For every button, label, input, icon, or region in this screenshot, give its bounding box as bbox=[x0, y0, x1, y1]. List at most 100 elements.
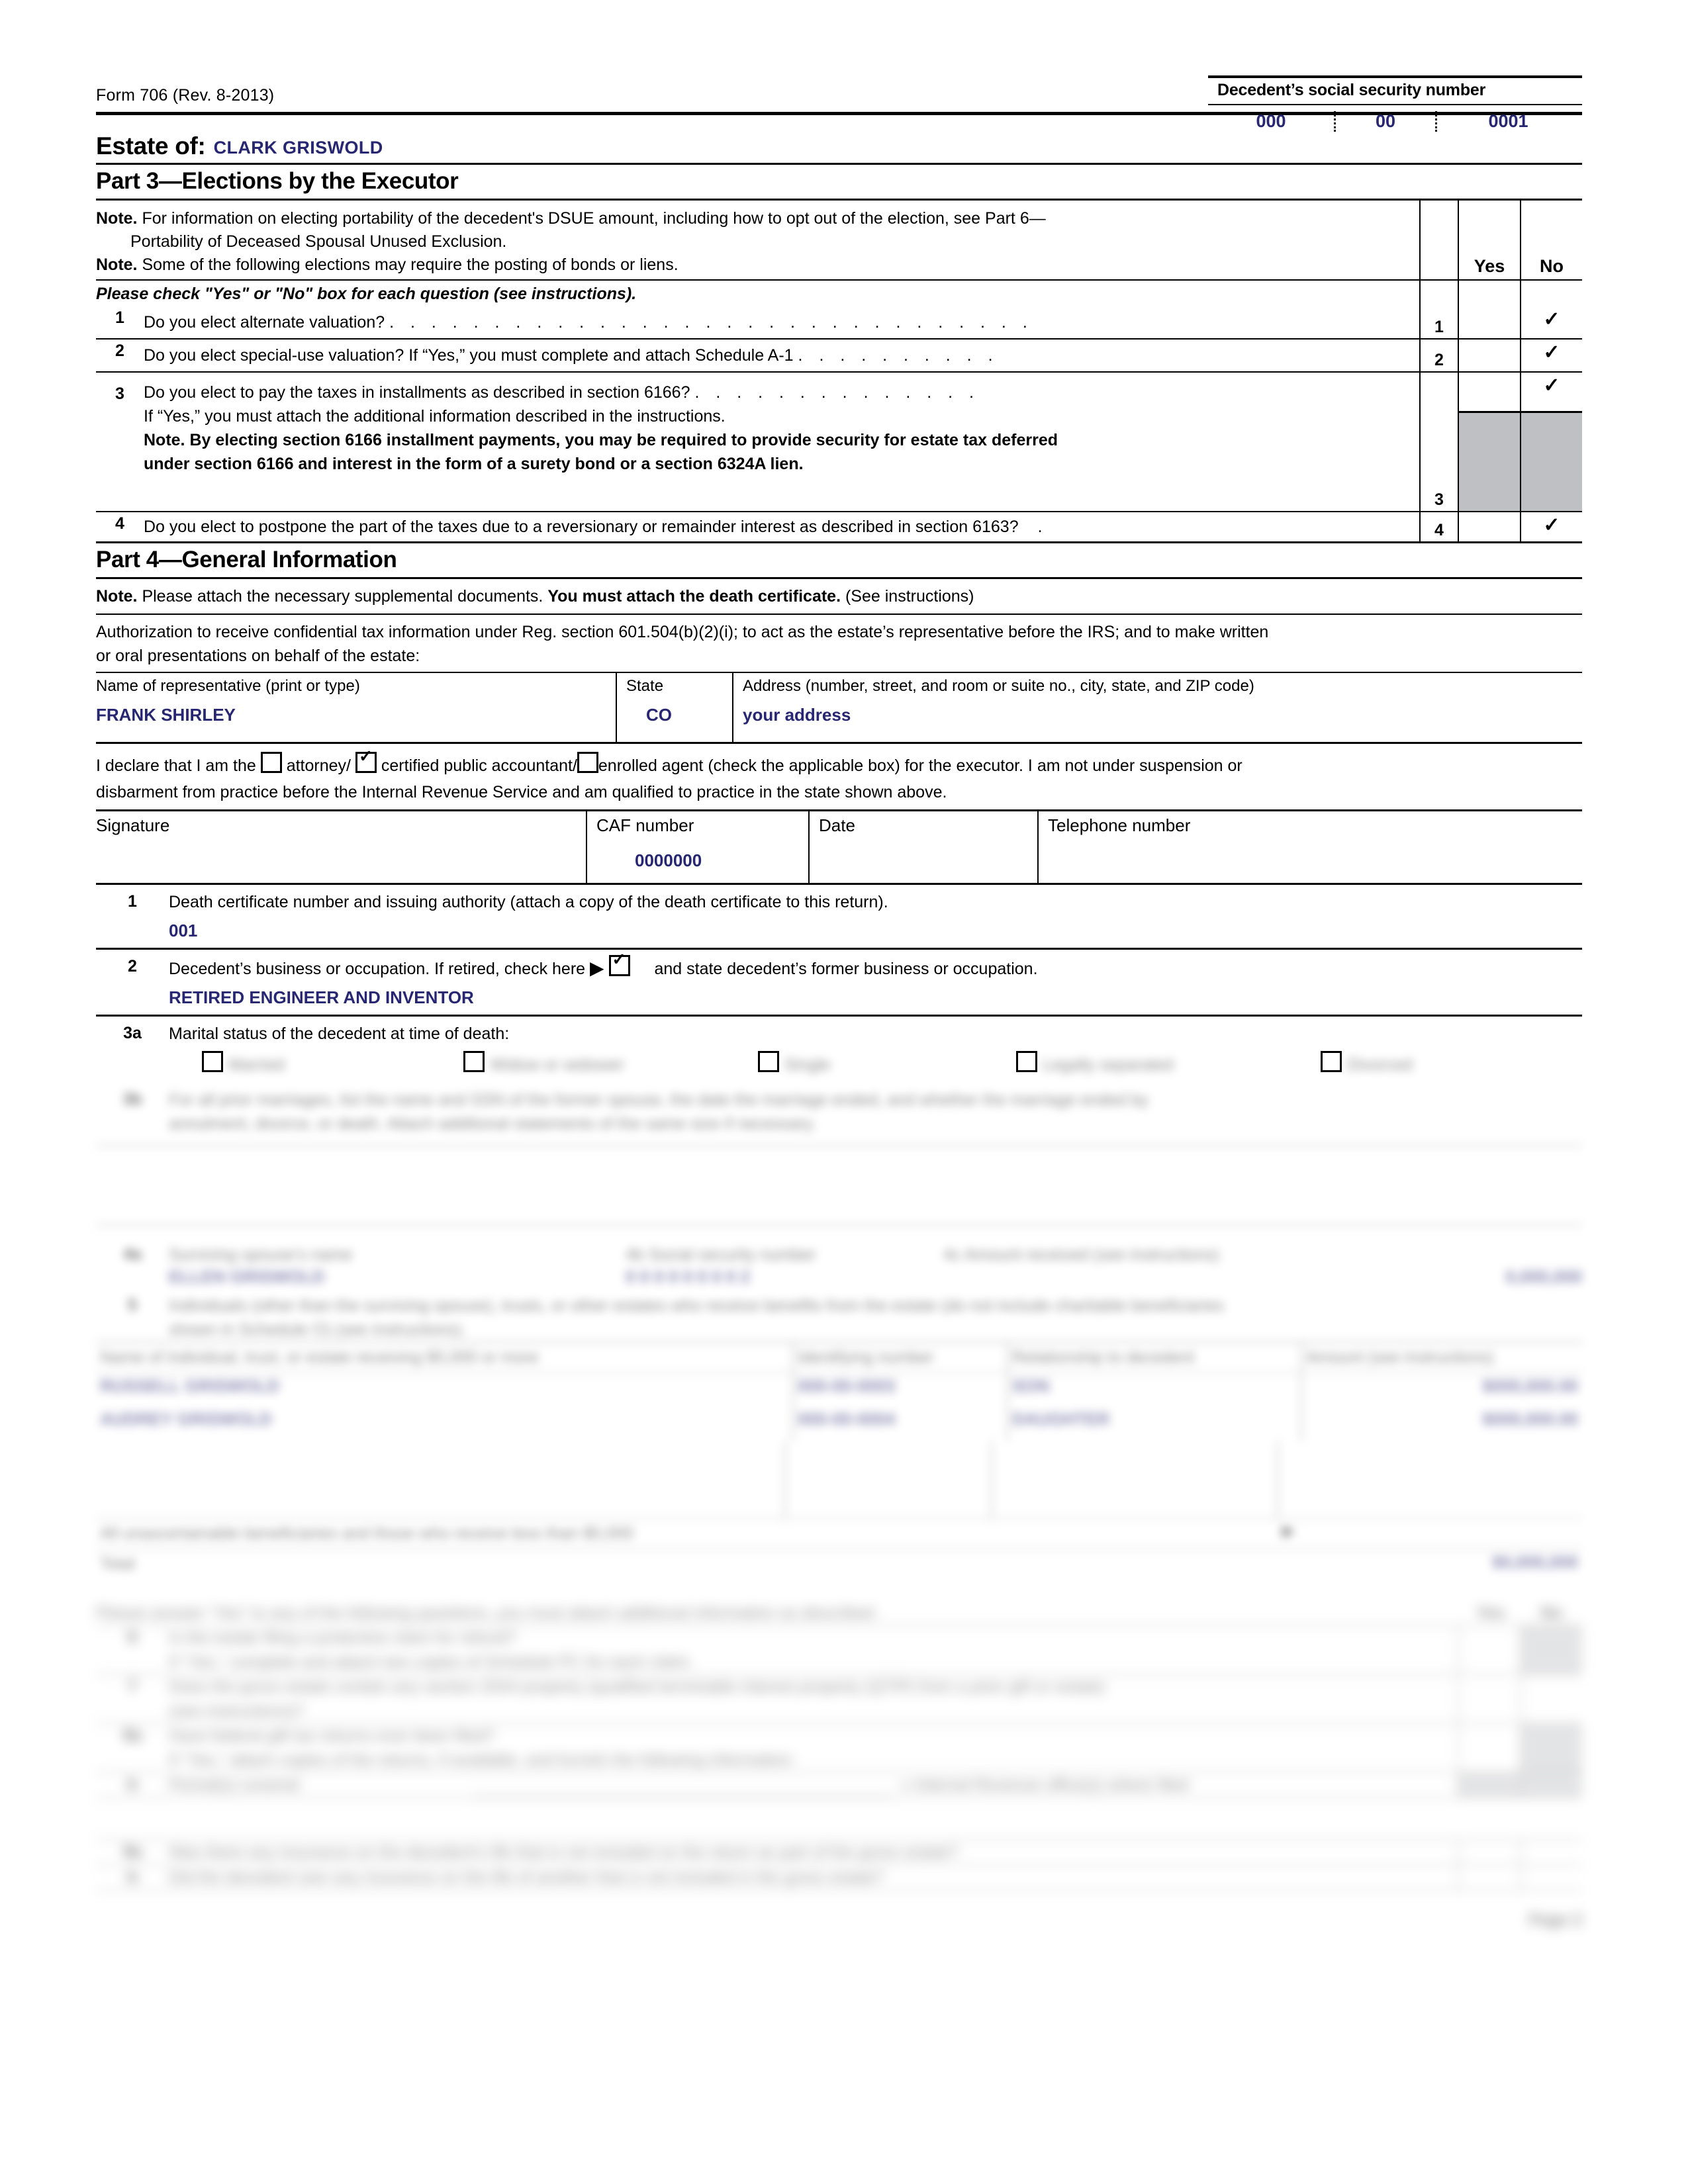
allother-label: All unascertainable beneficiaries and th… bbox=[100, 1524, 634, 1543]
q1-no-cell[interactable]: ✓ bbox=[1520, 306, 1582, 338]
q2-no-cell[interactable]: ✓ bbox=[1520, 340, 1582, 371]
final-7-no[interactable] bbox=[1520, 1675, 1582, 1723]
ssn-serial-field[interactable]: 0001 bbox=[1435, 111, 1579, 132]
marital-married-checkbox[interactable] bbox=[202, 1051, 223, 1072]
benef-r0-name[interactable]: RUSSELL GRISWOLD bbox=[96, 1373, 792, 1406]
allother-amount[interactable] bbox=[1322, 1519, 1582, 1548]
declare-pre: I declare that I am the bbox=[96, 756, 256, 775]
final-7-yes[interactable] bbox=[1458, 1675, 1520, 1723]
q2-yes-cell[interactable] bbox=[1458, 340, 1520, 371]
item4-number: 4a bbox=[123, 1245, 142, 1263]
q2-text: Do you elect special-use valuation? If “… bbox=[144, 346, 794, 365]
marital-option-3: Legally separated bbox=[1043, 1056, 1174, 1074]
benef-r1-rel[interactable]: DAUGHTER bbox=[1007, 1406, 1301, 1441]
q4-no-mark: ✓ bbox=[1543, 514, 1560, 536]
benef-r2-id[interactable] bbox=[784, 1441, 991, 1479]
benef-r2-name[interactable] bbox=[96, 1441, 784, 1479]
benef-r3-rel[interactable] bbox=[991, 1479, 1277, 1518]
table-row[interactable]: AUDREY GRISWOLD 000-00-0004 DAUGHTER $00… bbox=[96, 1406, 1582, 1441]
q4-no-cell[interactable]: ✓ bbox=[1520, 512, 1582, 541]
final-9a-text: Was there any insurance on the decedent’… bbox=[169, 1843, 959, 1862]
benef-r0-id[interactable]: 000-00-0003 bbox=[792, 1373, 1007, 1406]
rep-address-value[interactable]: your address bbox=[743, 696, 1582, 725]
part4-item-1: 1 Death certificate number and issuing a… bbox=[96, 885, 1582, 948]
q3-text-wrap: Do you elect to pay the taxes in install… bbox=[144, 373, 1419, 511]
final-9a-no[interactable] bbox=[1520, 1841, 1582, 1864]
final-6-sub: If “Yes,” complete and attach two copies… bbox=[169, 1653, 694, 1671]
final-9b-no[interactable] bbox=[1520, 1866, 1582, 1889]
q4-yes-cell[interactable] bbox=[1458, 512, 1520, 541]
item5-line2: shown in Schedule O) (see instructions). bbox=[169, 1320, 466, 1339]
item4a-value[interactable]: ELLEN GRISWOLD bbox=[169, 1267, 626, 1287]
enrolled-agent-checkbox[interactable] bbox=[577, 752, 598, 773]
benef-r1-id[interactable]: 000-00-0004 bbox=[792, 1406, 1007, 1441]
benef-r1-name[interactable]: AUDREY GRISWOLD bbox=[96, 1406, 792, 1441]
marital-widow-checkbox[interactable] bbox=[463, 1051, 485, 1072]
auth-line-1: Authorization to receive confidential ta… bbox=[96, 623, 1269, 641]
benef-r3-amt[interactable] bbox=[1277, 1479, 1582, 1518]
q1-line-number: 1 bbox=[1419, 306, 1458, 338]
rep-name-value[interactable]: FRANK SHIRLEY bbox=[96, 696, 616, 725]
final-no-header: No bbox=[1540, 1604, 1563, 1622]
ssn-area-field[interactable]: 000 bbox=[1208, 111, 1334, 132]
q3-yes-cell[interactable] bbox=[1458, 373, 1520, 511]
benef-col-3: Amount (see instructions) bbox=[1301, 1343, 1582, 1372]
benef-r3-id[interactable] bbox=[784, 1479, 991, 1518]
benef-r2-rel[interactable] bbox=[991, 1441, 1277, 1479]
final-8b-spacer bbox=[96, 1797, 1582, 1839]
ssn-group-field[interactable]: 00 bbox=[1334, 111, 1435, 132]
cpa-checkbox[interactable] bbox=[355, 748, 377, 773]
final-8b-num: b bbox=[127, 1775, 138, 1794]
q4-line-number: 4 bbox=[1419, 512, 1458, 541]
q1-yes-cell[interactable] bbox=[1458, 306, 1520, 338]
table-row[interactable]: RUSSELL GRISWOLD 000-00-0003 SON $000,00… bbox=[96, 1372, 1582, 1406]
final-8a-yes[interactable] bbox=[1458, 1724, 1520, 1772]
item2-text-a: Decedent’s business or occupation. If re… bbox=[169, 960, 586, 978]
part4-item-3a: 3a Marital status of the decedent at tim… bbox=[96, 1017, 1582, 1046]
item4b-value[interactable]: 0 0 0 0 0 0 0 0 2 bbox=[626, 1267, 943, 1287]
caf-label: CAF number bbox=[596, 815, 694, 835]
item4c-value[interactable]: 0,000,000 bbox=[943, 1267, 1582, 1287]
final-9b-text: Did the decedent own any insurance on th… bbox=[169, 1868, 884, 1887]
final-9b-yes[interactable] bbox=[1458, 1866, 1520, 1889]
part4-note-text1: Please attach the necessary supplemental… bbox=[142, 587, 543, 606]
footer-page-number: Page 2 bbox=[1528, 1911, 1582, 1929]
final-8b-period-field[interactable] bbox=[473, 1773, 892, 1797]
table-row[interactable] bbox=[96, 1479, 1582, 1518]
no-header-label: No bbox=[1540, 256, 1564, 276]
benef-r3-name[interactable] bbox=[96, 1479, 784, 1518]
benef-r1-amt[interactable]: $000,000.00 bbox=[1301, 1406, 1582, 1441]
caf-value[interactable]: 0000000 bbox=[596, 836, 808, 871]
benef-r2-amt[interactable] bbox=[1277, 1441, 1582, 1479]
part3-question-1: 1 Do you elect alternate valuation? . . … bbox=[96, 306, 1582, 338]
item2-value[interactable]: RETIRED ENGINEER AND INVENTOR bbox=[169, 981, 1582, 1015]
estate-of-value[interactable]: CLARK GRISWOLD bbox=[206, 138, 383, 163]
benef-r0-amt[interactable]: $000,000.00 bbox=[1301, 1373, 1582, 1406]
final-9a-num: 9a bbox=[123, 1843, 142, 1861]
part4-item-3b: 3b For all prior marriages, list the nam… bbox=[96, 1084, 1582, 1136]
rep-state-value[interactable]: CO bbox=[626, 696, 732, 725]
final-8a-text: Have federal gift tax returns ever been … bbox=[169, 1727, 494, 1745]
marital-separated-checkbox[interactable] bbox=[1016, 1051, 1037, 1072]
final-row-7: 7 Does the gross estate contain any sect… bbox=[96, 1674, 1582, 1723]
item2-text-b: and state decedent’s former business or … bbox=[654, 960, 1038, 978]
benef-col-0: Name of individual, trust, or estate rec… bbox=[100, 1348, 539, 1367]
retired-checkbox[interactable] bbox=[608, 951, 630, 976]
q4-text-wrap: Do you elect to postpone the part of the… bbox=[144, 512, 1419, 541]
part4-note: Note. Please attach the necessary supple… bbox=[96, 579, 1582, 614]
final-9a-yes[interactable] bbox=[1458, 1841, 1520, 1864]
attorney-checkbox[interactable] bbox=[260, 752, 282, 773]
final-6-yes[interactable] bbox=[1458, 1626, 1520, 1674]
part4-item-5: 5 Individuals (other than the surviving … bbox=[96, 1287, 1582, 1342]
marital-divorced-checkbox[interactable] bbox=[1321, 1051, 1342, 1072]
item3b-entry-area[interactable] bbox=[96, 1145, 1582, 1226]
q3-line-number: 3 bbox=[1419, 373, 1458, 511]
table-row[interactable] bbox=[96, 1441, 1582, 1479]
q4-number: 4 bbox=[115, 514, 124, 533]
q3-no-cell[interactable]: ✓ bbox=[1520, 373, 1582, 511]
phone-label: Telephone number bbox=[1048, 815, 1191, 835]
item1-value[interactable]: 001 bbox=[169, 914, 1582, 948]
q3-sub1: If “Yes,” you must attach the additional… bbox=[144, 407, 726, 426]
marital-single-checkbox[interactable] bbox=[758, 1051, 779, 1072]
benef-r0-rel[interactable]: SON bbox=[1007, 1373, 1301, 1406]
